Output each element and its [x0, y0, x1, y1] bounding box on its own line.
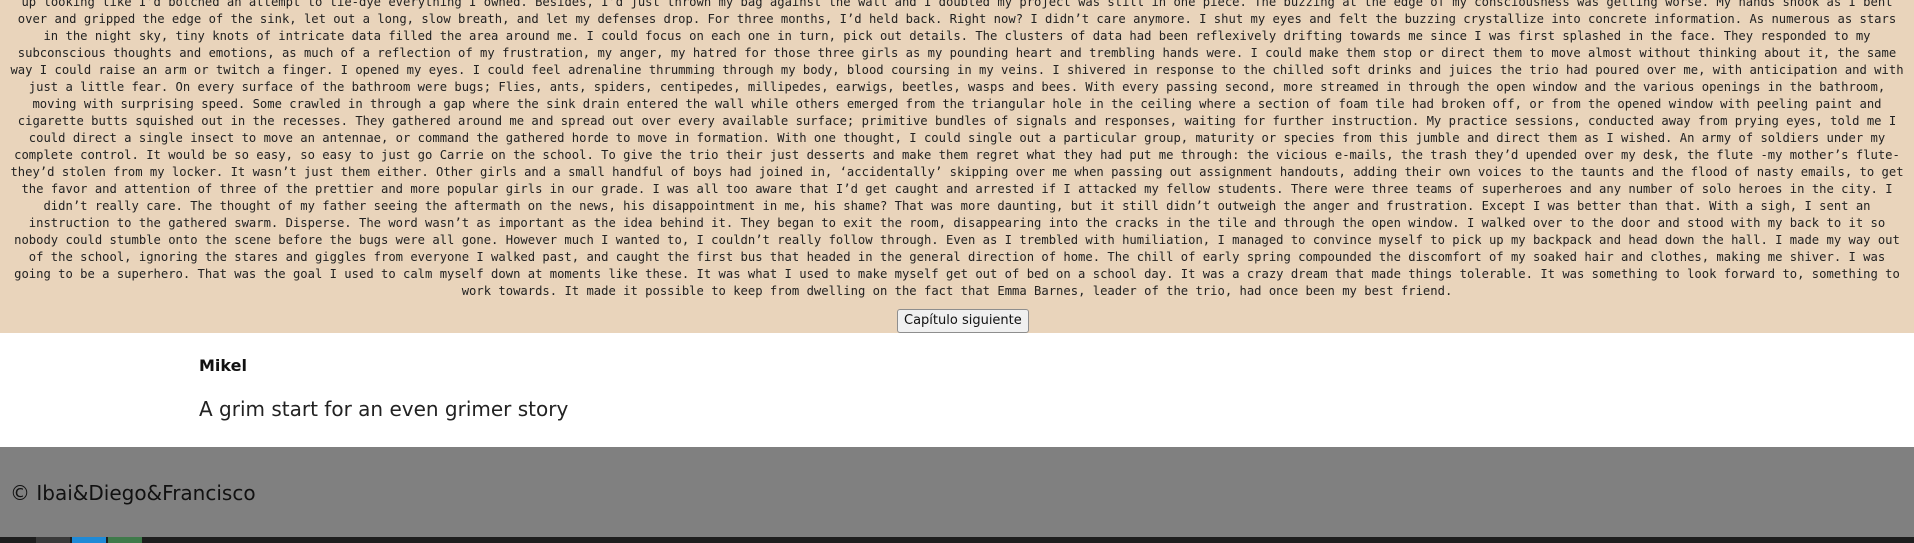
comment-body: A grim start for an even grimer story: [199, 397, 569, 421]
footer: © Ibai&Diego&Francisco: [0, 447, 1914, 543]
taskbar-item-1[interactable]: [36, 537, 70, 543]
taskbar-item-2[interactable]: [72, 537, 106, 543]
comment-author: Mikel: [199, 356, 247, 375]
taskbar: [0, 537, 1914, 543]
chapter-text: up looking like I’d botched an attempt t…: [10, 0, 1904, 298]
footer-copyright: © Ibai&Diego&Francisco: [10, 481, 256, 505]
chapter-section: up looking like I’d botched an attempt t…: [0, 0, 1914, 333]
comment: Mikel A grim start for an even grimer st…: [199, 356, 1699, 421]
taskbar-item-3[interactable]: [108, 537, 142, 543]
next-chapter-button[interactable]: Capítulo siguiente: [897, 309, 1029, 333]
